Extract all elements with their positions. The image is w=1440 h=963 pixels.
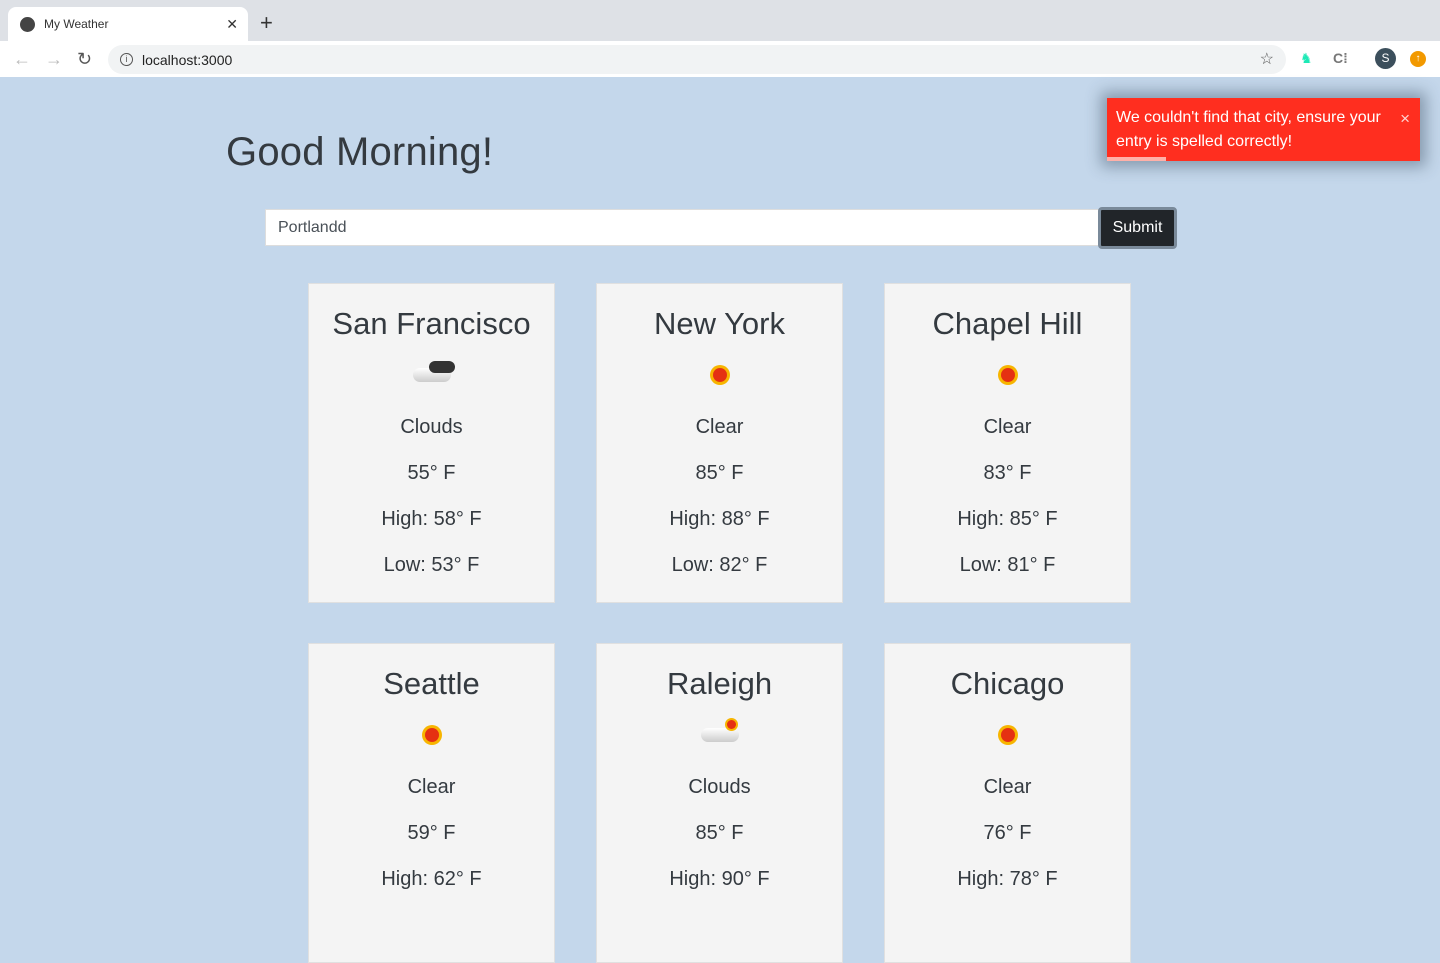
browser-toolbar: ← → ↻ i localhost:3000 ☆ ♞ C⁞ [0,41,1440,77]
low-temp: Low: 53° F [383,554,480,576]
city-name: Seattle [383,666,480,701]
update-icon[interactable]: ↑ [1410,51,1426,67]
profile-avatar[interactable]: S [1375,48,1396,69]
cloud-sun-icon [597,706,842,764]
info-icon[interactable]: i [120,53,133,66]
tab-title: My Weather [44,17,109,31]
high-temp: High: 78° F [957,868,1058,890]
dark-cloud-icon [309,346,554,404]
tab-bar: My Weather ✕ + [0,0,1440,41]
forward-icon[interactable]: → [45,49,63,70]
temperature: 85° F [695,822,744,844]
sun-icon [885,706,1130,764]
condition: Clouds [400,416,463,438]
high-temp: High: 88° F [669,508,770,530]
high-temp: High: 58° F [381,508,482,530]
low-temp: Low: 82° F [671,554,768,576]
browser-tab[interactable]: My Weather ✕ [8,7,248,41]
city-name: Chicago [950,666,1065,701]
url-text: localhost:3000 [142,51,233,68]
city-name: New York [654,306,785,341]
city-search-input[interactable]: Portlandd [265,209,1099,246]
city-name: Chapel Hill [932,306,1083,341]
globe-icon [20,16,35,32]
weather-card: Chapel Hill Clear 83° F High: 85° F Low:… [884,283,1131,603]
low-temp [309,902,554,948]
temperature: 85° F [695,462,744,484]
low-temp: Low: 81° F [959,554,1056,576]
condition: Clear [695,416,744,438]
condition: Clear [983,416,1032,438]
error-toast: We couldn't find that city, ensure your … [1107,98,1420,161]
weather-card: San Francisco Clouds 55° F High: 58° F L… [308,283,555,603]
toast-progress-bar [1107,157,1167,161]
submit-button[interactable]: Submit [1098,207,1177,249]
bookmark-star-icon[interactable]: ☆ [1260,49,1274,69]
city-name: San Francisco [332,306,531,341]
page-title: Good Morning! [226,130,494,174]
close-tab-icon[interactable]: ✕ [226,16,238,33]
extension-icon[interactable]: ♞ [1300,50,1313,67]
low-temp [597,902,842,948]
temperature: 59° F [407,822,456,844]
sun-icon [309,706,554,764]
temperature: 76° F [983,822,1032,844]
high-temp: High: 90° F [669,868,770,890]
address-bar[interactable]: i localhost:3000 ☆ [108,45,1286,74]
temperature: 83° F [983,462,1032,484]
high-temp: High: 62° F [381,868,482,890]
sun-icon [597,346,842,404]
reload-icon[interactable]: ↻ [77,49,92,70]
temperature: 55° F [407,462,456,484]
condition: Clear [983,776,1032,798]
low-temp [885,902,1130,948]
weather-card: Chicago Clear 76° F High: 78° F [884,643,1131,963]
extension-c-icon[interactable]: C⁞ [1333,50,1348,66]
weather-card: Seattle Clear 59° F High: 62° F [308,643,555,963]
high-temp: High: 85° F [957,508,1058,530]
weather-card: Raleigh Clouds 85° F High: 90° F [596,643,843,963]
sun-icon [885,346,1130,404]
new-tab-button[interactable]: + [260,10,273,36]
toast-message: We couldn't find that city, ensure your … [1116,109,1381,150]
city-name: Raleigh [666,666,773,701]
back-icon[interactable]: ← [13,49,31,70]
close-icon[interactable]: × [1400,107,1410,131]
weather-card: New York Clear 85° F High: 88° F Low: 82… [596,283,843,603]
condition: Clouds [688,776,751,798]
condition: Clear [407,776,456,798]
